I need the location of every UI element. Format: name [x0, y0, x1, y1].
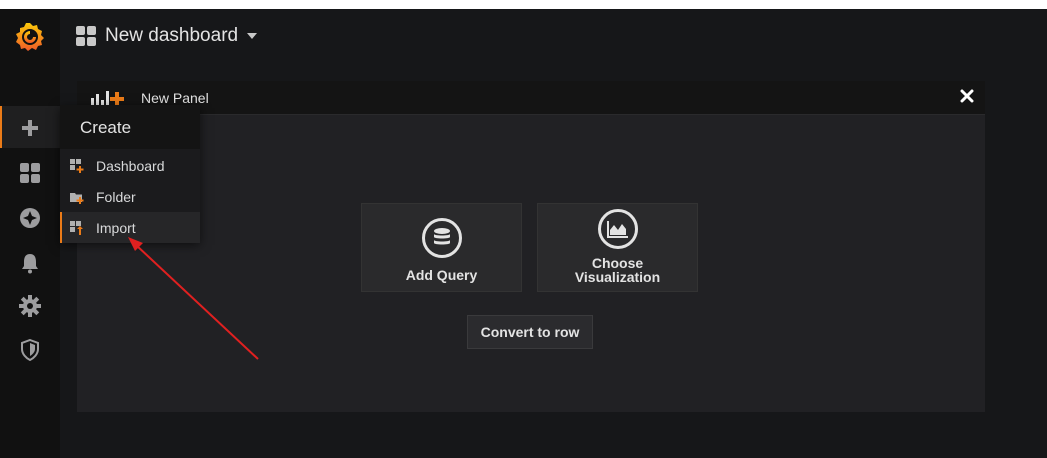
area-chart-icon: [597, 209, 638, 249]
dashboard-title: New dashboard: [105, 25, 239, 46]
create-menu-title: Create: [80, 118, 132, 137]
apps-icon: [76, 26, 96, 46]
dashboard-title-picker[interactable]: New dashboard: [76, 25, 258, 47]
compass-icon[interactable]: [17, 205, 43, 231]
plus-icon[interactable]: [17, 115, 43, 141]
panel-header: New Panel: [77, 81, 985, 115]
add-query-label: Add Query: [405, 267, 478, 283]
close-icon[interactable]: [960, 89, 974, 103]
choose-visualization-label: Choose Visualization: [574, 255, 661, 285]
main-area: New dashboard New Panel Add Query Choose…: [60, 9, 1047, 458]
create-menu-item-label: Import: [96, 219, 136, 236]
create-menu: Create Dashboard Folder Import: [60, 105, 200, 243]
import-icon: [70, 220, 84, 235]
new-panel: New Panel Add Query Choose Visualization: [77, 81, 985, 412]
panel-title: New Panel: [141, 90, 209, 106]
create-menu-item-import[interactable]: Import: [60, 212, 200, 243]
dashboard-add-icon: [70, 158, 84, 173]
create-menu-item-label: Folder: [96, 188, 136, 205]
add-query-button[interactable]: Add Query: [361, 203, 522, 292]
convert-to-row-button[interactable]: Convert to row: [467, 315, 593, 349]
create-menu-item-folder[interactable]: Folder: [60, 181, 200, 212]
create-menu-item-label: Dashboard: [96, 157, 165, 174]
folder-add-icon: [70, 190, 84, 204]
bell-icon[interactable]: [17, 250, 43, 276]
apps-icon[interactable]: [17, 160, 43, 186]
shield-icon[interactable]: [17, 337, 43, 363]
gear-icon[interactable]: [17, 293, 43, 319]
database-icon: [421, 218, 462, 258]
top-strip: [0, 0, 1047, 9]
create-menu-header[interactable]: Create: [60, 105, 200, 149]
create-menu-item-dashboard[interactable]: Dashboard: [60, 150, 200, 181]
add-panel-icon: [91, 91, 124, 106]
grafana-logo-icon[interactable]: [14, 21, 46, 53]
sidemenu: [0, 9, 60, 458]
caret-down-icon: [247, 33, 258, 39]
choose-visualization-button[interactable]: Choose Visualization: [537, 203, 698, 292]
